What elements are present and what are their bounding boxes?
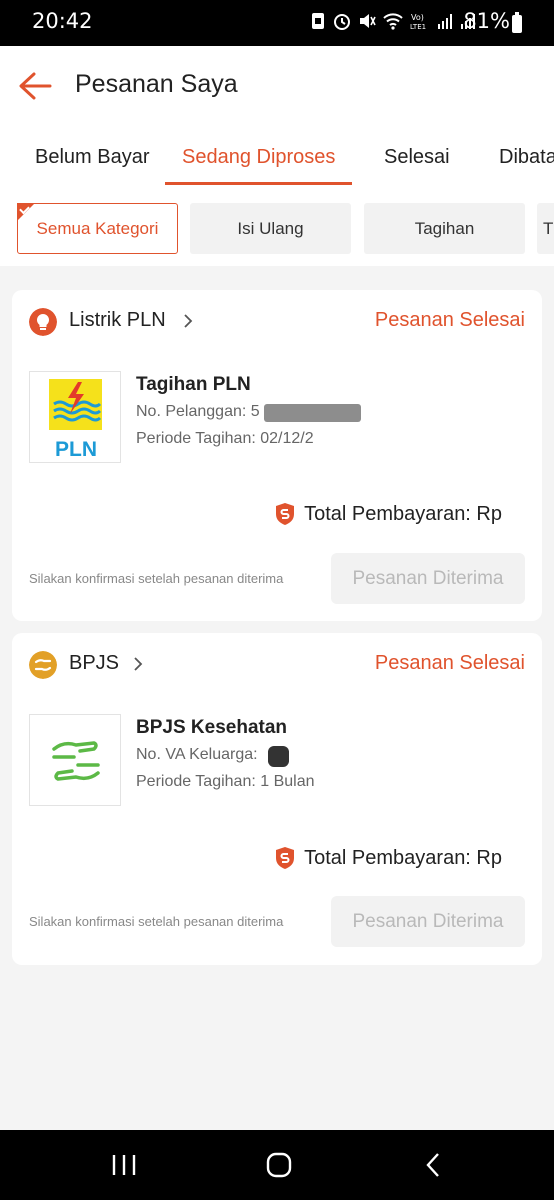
alarm-icon <box>334 14 350 30</box>
mute-icon <box>360 14 376 28</box>
tab-belum-bayar[interactable]: Belum Bayar <box>35 146 150 169</box>
shield-icon <box>276 847 295 869</box>
customer-number: No. Pelanggan: 5 <box>136 403 260 420</box>
chip-semua-kategori[interactable]: Semua Kategori <box>17 203 178 254</box>
redacted-text <box>264 404 361 422</box>
pln-logo-text: PLN <box>55 438 97 461</box>
system-nav-bar <box>0 1130 554 1200</box>
order-status: Pesanan Selesai <box>374 652 525 674</box>
app-bar: Pesanan Saya <box>0 46 554 126</box>
confirm-hint: Silakan konfirmasi setelah pesanan diter… <box>29 914 284 929</box>
billing-period: Periode Tagihan: 1 Bulan <box>136 773 315 790</box>
order-status: Pesanan Selesai <box>374 309 525 331</box>
signal-icon <box>438 14 452 29</box>
tab-dibatalkan[interactable]: Dibata <box>499 146 554 169</box>
product-title: Tagihan PLN <box>136 374 251 395</box>
chip-isi-ulang[interactable]: Isi Ulang <box>190 203 351 254</box>
total-payment-label: Total Pembayaran: Rp <box>304 846 502 869</box>
svg-text:Vo): Vo) <box>411 13 424 22</box>
order-status-tabs: Belum Bayar Sedang Diproses Selesai Diba… <box>0 126 554 188</box>
status-time: 20:42 <box>32 9 93 33</box>
status-icons: Vo) LTE1 <box>310 12 476 30</box>
chip-more[interactable]: T <box>537 203 554 254</box>
category-label[interactable]: BPJS <box>69 652 119 675</box>
battery-percent: 81% <box>463 9 510 33</box>
tab-sedang-diproses[interactable]: Sedang Diproses <box>182 146 335 169</box>
chevron-right-icon[interactable] <box>132 657 144 671</box>
order-card: BPJS Pesanan Selesai BPJS Kesehatan No. … <box>12 633 542 965</box>
tab-selesai[interactable]: Selesai <box>384 146 450 169</box>
home-icon[interactable] <box>261 1150 297 1180</box>
va-number: No. VA Keluarga: <box>136 746 258 763</box>
notification-icon <box>312 13 324 29</box>
page-title: Pesanan Saya <box>75 70 238 98</box>
total-payment: Total Pembayaran: Rp <box>274 846 502 870</box>
volte-icon: Vo)LTE1 <box>410 13 426 30</box>
recent-apps-icon[interactable] <box>106 1150 142 1180</box>
status-bar: 20:42 Vo) LTE1 81% <box>0 0 554 46</box>
billing-period: Periode Tagihan: 02/12/2 <box>136 430 314 447</box>
redacted-text <box>268 746 289 767</box>
pln-logo: PLN <box>29 371 121 463</box>
order-received-button[interactable]: Pesanan Diterima <box>331 553 525 604</box>
bpjs-icon <box>29 651 57 679</box>
wifi-icon <box>383 13 403 30</box>
confirm-hint: Silakan konfirmasi setelah pesanan diter… <box>29 571 284 586</box>
svg-text:LTE1: LTE1 <box>410 23 426 30</box>
lightbulb-icon <box>29 308 57 336</box>
category-filter: Semua Kategori Isi Ulang Tagihan T <box>0 188 554 266</box>
bpjs-logo <box>29 714 121 806</box>
shield-icon <box>276 503 295 525</box>
order-received-button[interactable]: Pesanan Diterima <box>331 896 525 947</box>
category-label[interactable]: Listrik PLN <box>69 309 166 332</box>
back-nav-icon[interactable] <box>416 1150 452 1180</box>
total-payment: Total Pembayaran: Rp <box>274 502 502 526</box>
total-payment-label: Total Pembayaran: Rp <box>304 502 502 525</box>
chevron-right-icon[interactable] <box>182 314 194 328</box>
active-tab-indicator <box>165 182 352 185</box>
battery-icon <box>512 12 522 33</box>
chip-tagihan[interactable]: Tagihan <box>364 203 525 254</box>
order-card: Listrik PLN Pesanan Selesai PLN Tagihan … <box>12 290 542 621</box>
product-title: BPJS Kesehatan <box>136 717 288 738</box>
back-arrow-icon[interactable] <box>14 68 56 104</box>
